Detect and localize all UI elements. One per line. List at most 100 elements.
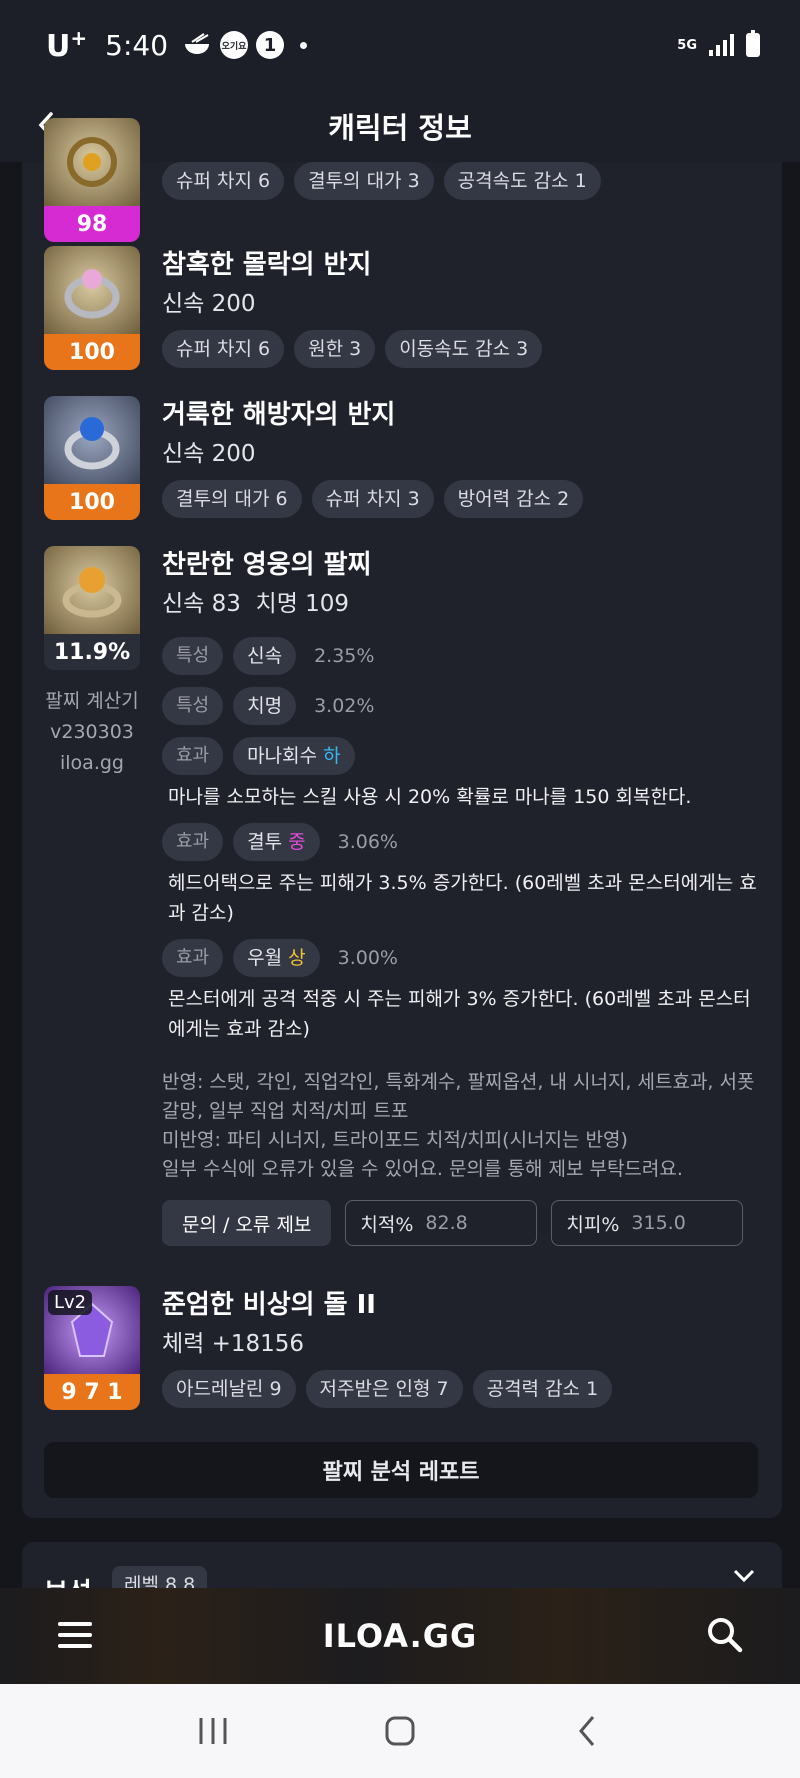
search-icon[interactable] [706,1616,744,1654]
note-not-applied: 미반영: 파티 시너지, 트라이포드 치적/치피(시너지는 반영) [162,1129,628,1151]
crit-damage-value: 315.0 [631,1212,686,1234]
option-value: 3.06% [337,831,398,853]
notification-app-icon: 오기요 [220,31,249,59]
bracelet-option: 특성 신속 2.35% [162,636,762,676]
quality-badge: 100 [44,334,140,370]
back-icon[interactable] [557,1701,617,1761]
bracelet-option: 효과 결투 중 3.06% [162,822,762,862]
engraving-chip: 슈퍼 차지 6 [162,162,285,200]
penalty-chip: 방어력 감소 2 [443,480,584,518]
option-value: 3.02% [314,695,375,717]
engraving-chip: 원한 3 [294,330,376,368]
option-name: 우월 상 [233,939,320,977]
item-thumbnail: Lv2 9 7 1 [44,1286,140,1410]
home-icon[interactable] [370,1701,430,1761]
menu-icon[interactable] [58,1622,92,1655]
crit-rate-field[interactable]: 치적% 82.8 [345,1200,538,1246]
quality-badge: 100 [44,484,140,520]
recent-apps-icon[interactable] [183,1701,243,1761]
calc-line: 팔찌 계산기 [45,690,139,712]
carrier-label: U+ [46,26,88,64]
item-stat: 체력 +18156 [162,1331,305,1357]
accessory-row[interactable]: 98 슈퍼 차지 6 결투의 대가 3 공격속도 감소 1 [44,118,764,242]
calc-version: v230303 [50,721,134,743]
bowl-icon [185,33,210,54]
item-image: Lv2 [44,1286,140,1374]
ring-icon [64,269,120,319]
option-name: 신속 [233,637,297,675]
item-thumbnail: 98 [44,118,140,242]
item-image [44,396,140,484]
option-type: 효과 [162,939,224,977]
option-description: 마나를 소모하는 스킬 사용 시 20% 확률로 마나를 150 회복한다. [168,786,692,808]
network-type-label: 5G [677,37,697,53]
equipment-card: 98 슈퍼 차지 6 결투의 대가 3 공격속도 감소 1 100 참혹한 몰락… [22,118,782,1518]
report-error-button[interactable]: 문의 / 오류 제보 [162,1200,332,1246]
item-thumbnail: 100 [44,246,140,370]
crit-damage-label: 치피% [566,1213,620,1236]
stone-level-badge: Lv2 [48,1290,93,1315]
penalty-chip: 공격속도 감소 1 [443,162,601,200]
accessory-row[interactable]: 100 거룩한 해방자의 반지 신속 200 결투의 대가 6 슈퍼 차지 3 … [44,396,764,520]
crit-rate-value: 82.8 [425,1212,468,1234]
signal-icon [709,34,734,56]
engraving-chip: 슈퍼 차지 6 [162,330,285,368]
engraving-chip: 결투의 대가 3 [294,162,434,200]
note-applied: 반영: 스탯, 각인, 직업각인, 특화계수, 팔찌옵션, 내 시너지, 세트효… [162,1071,755,1122]
option-type: 특성 [162,637,224,675]
system-navigation-bar [0,1684,800,1778]
ring-icon [64,417,120,470]
stat-swiftness: 신속 83 [162,591,241,617]
notification-count-badge: 1 [256,31,285,59]
option-type: 특성 [162,687,224,725]
bracelet-percent: 11.9% [44,634,140,670]
stat-crit: 치명 109 [255,591,350,617]
item-name: 준엄한 비상의 돌 II [162,1290,376,1320]
option-name: 치명 [233,687,297,725]
item-image [44,246,140,334]
bracelet-analysis-report-button[interactable]: 팔찌 분석 레포트 [44,1442,758,1498]
bracelet-calculator-label: 팔찌 계산기 v230303 iloa.gg [44,686,140,779]
engraving-chip: 슈퍼 차지 3 [311,480,434,518]
item-name: 참혹한 몰락의 반지 [162,250,372,280]
ability-stone-row[interactable]: Lv2 9 7 1 준엄한 비상의 돌 II 체력 +18156 아드레날린 9… [44,1286,764,1410]
option-type: 효과 [162,737,224,775]
option-value: 3.00% [337,947,398,969]
accessory-row[interactable]: 100 참혹한 몰락의 반지 신속 200 슈퍼 차지 6 원한 3 이동속도 … [44,246,764,370]
bracelet-icon [62,567,122,618]
bracelet-option: 효과 우월 상 3.00% [162,938,762,978]
engraving-chip: 아드레날린 9 [162,1370,296,1408]
item-stats: 신속 83 치명 109 [162,586,762,622]
option-name: 결투 중 [233,823,320,861]
item-name: 찬란한 영웅의 팔찌 [162,550,372,580]
option-type: 효과 [162,823,224,861]
item-image [44,546,140,634]
penalty-chip: 이동속도 감소 3 [385,330,543,368]
calc-site: iloa.gg [60,752,124,774]
item-thumbnail: 100 [44,396,140,520]
crit-damage-field[interactable]: 치피% 315.0 [551,1200,744,1246]
penalty-chip: 공격력 감소 1 [472,1370,613,1408]
crit-rate-label: 치적% [360,1213,414,1236]
clock: 5:40 [105,28,169,62]
bottom-app-bar: ILOA.GG [0,1588,800,1684]
bracelet-option: 특성 치명 3.02% [162,686,762,726]
item-name: 거룩한 해방자의 반지 [162,400,396,430]
bracelet-row: 11.9% 팔찌 계산기 v230303 iloa.gg 찬란한 영웅의 팔찌 … [44,546,764,1266]
item-stat: 신속 200 [162,441,256,467]
quality-badge: 9 7 1 [44,1374,140,1410]
option-description: 헤드어택으로 주는 피해가 3.5% 증가한다. (60레벨 초과 몬스터에게는… [168,872,757,924]
quality-badge: 98 [44,206,140,242]
engraving-chip: 결투의 대가 6 [162,480,302,518]
option-description: 몬스터에게 공격 적중 시 주는 피해가 3% 증가한다. (60레벨 초과 몬… [168,988,751,1040]
bracelet-notes: 반영: 스탯, 각인, 직업각인, 특화계수, 팔찌옵션, 내 시너지, 세트효… [162,1068,762,1184]
battery-icon [746,30,760,57]
item-thumbnail: 11.9% [44,546,140,670]
chevron-down-icon[interactable] [732,1568,756,1584]
site-logo[interactable]: ILOA.GG [323,1617,478,1655]
engraving-chip: 저주받은 인형 7 [305,1370,463,1408]
option-value: 2.35% [314,645,375,667]
necklace-icon [67,137,117,187]
item-image [44,118,140,206]
bracelet-option: 효과 마나회수 하 [162,736,762,776]
